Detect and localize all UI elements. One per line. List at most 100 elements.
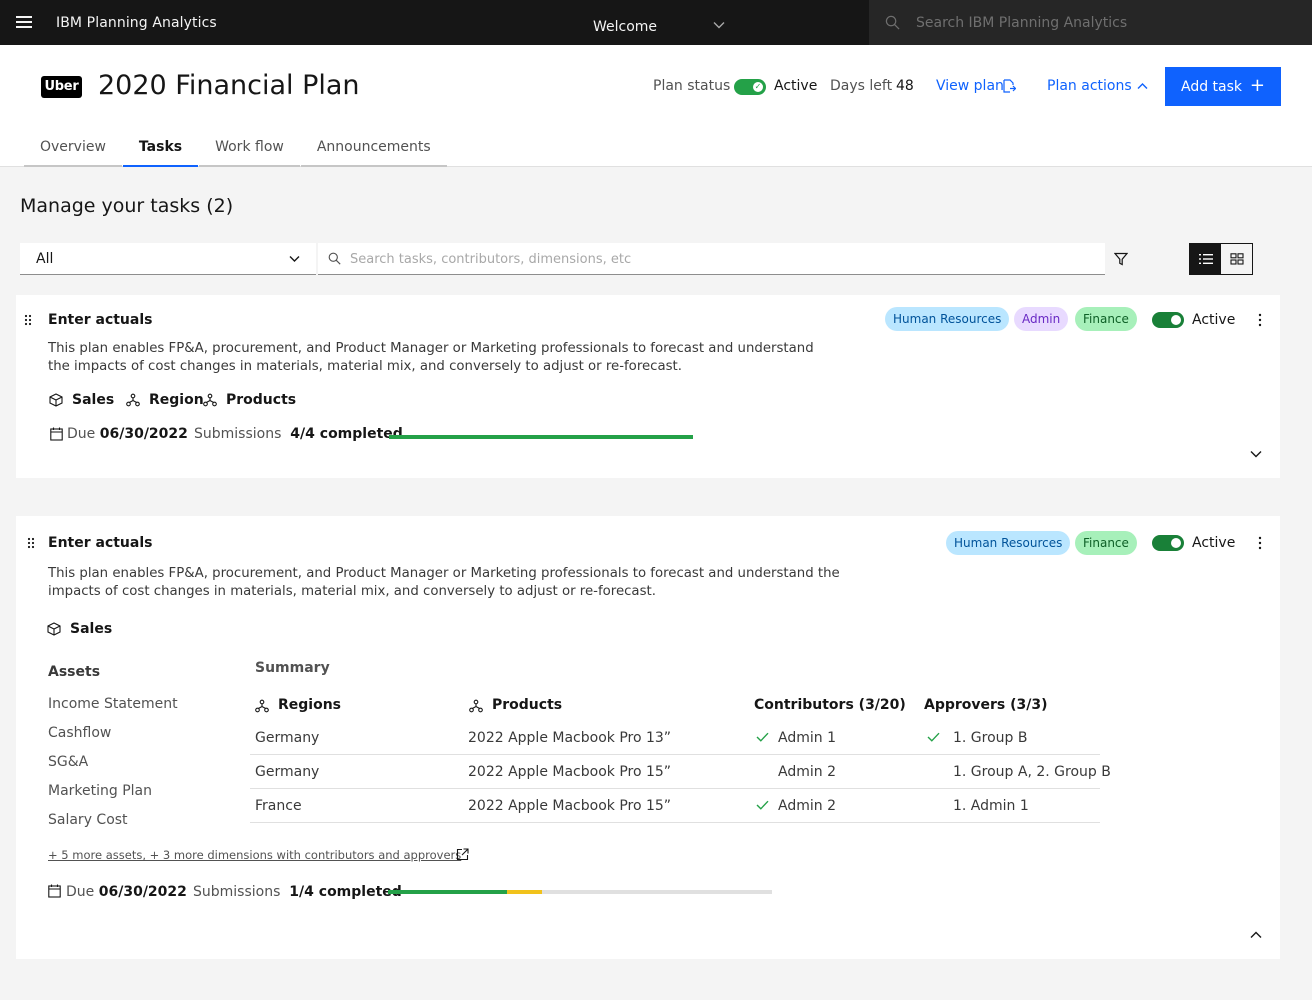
- submissions-label: Submissions: [194, 426, 282, 442]
- add-task-button[interactable]: Add task +: [1165, 67, 1281, 106]
- chevron-up-icon[interactable]: [1250, 931, 1262, 939]
- column-header-products[interactable]: Products: [492, 697, 562, 713]
- welcome-dropdown[interactable]: Welcome: [593, 19, 657, 35]
- cell-approver: 1. Group A, 2. Group B: [953, 764, 1111, 780]
- dimension-region: Region: [149, 392, 204, 408]
- launch-icon[interactable]: [1002, 79, 1016, 93]
- cell-region: France: [255, 798, 302, 814]
- hierarchy-icon: [255, 699, 269, 713]
- task-card: Enter actuals Human Resources Admin Fina…: [16, 295, 1280, 478]
- column-header-regions[interactable]: Regions: [278, 697, 341, 713]
- hierarchy-icon: [203, 393, 217, 407]
- tag-human-resources[interactable]: Human Resources: [885, 307, 1010, 331]
- global-search-input[interactable]: [916, 0, 1296, 45]
- plan-tabs: Overview Tasks Work flow Announcements: [24, 137, 447, 167]
- page-title: 2020 Financial Plan: [98, 70, 360, 101]
- more-assets-link[interactable]: + 5 more assets, + 3 more dimensions wit…: [48, 848, 461, 862]
- column-header-contributors[interactable]: Contributors (3/20): [754, 697, 906, 713]
- cube-icon: [47, 622, 61, 636]
- task-title[interactable]: Enter actuals: [48, 312, 152, 328]
- cell-contributor: Admin 2: [778, 764, 836, 780]
- asset-marketing-plan[interactable]: Marketing Plan: [48, 783, 152, 799]
- task-description-line: impacts of cost changes in materials, ma…: [48, 584, 656, 599]
- cell-contributor: Admin 1: [778, 730, 836, 746]
- grid-icon: [1229, 253, 1244, 265]
- column-header-approvers[interactable]: Approvers (3/3): [924, 697, 1048, 713]
- calendar-icon: [50, 427, 63, 441]
- asset-income-statement[interactable]: Income Statement: [48, 696, 178, 712]
- dimension-sales: Sales: [70, 621, 113, 637]
- cell-contributor: Admin 2: [778, 798, 836, 814]
- asset-salary-cost[interactable]: Salary Cost: [48, 812, 128, 828]
- table-row: Germany 2022 Apple Macbook Pro 15” Admin…: [250, 755, 1111, 789]
- view-plan-link[interactable]: View plan: [936, 78, 1004, 94]
- checkmark-icon: [756, 732, 769, 742]
- task-description: This plan enables FP&A, procurement, and…: [48, 565, 840, 601]
- due-date: Due 06/30/2022: [66, 884, 187, 900]
- days-left-value: 48: [896, 78, 914, 94]
- cell-product: 2022 Apple Macbook Pro 13”: [468, 730, 672, 746]
- days-left-label: Days left: [830, 78, 893, 94]
- plan-status-toggle[interactable]: ✓: [734, 79, 766, 95]
- tag-finance[interactable]: Finance: [1075, 307, 1137, 331]
- list-view-toggle[interactable]: [1190, 244, 1221, 274]
- top-header: IBM Planning Analytics Welcome: [0, 0, 1312, 45]
- submissions-progress-bar: [388, 890, 772, 894]
- add-task-label: Add task: [1181, 78, 1243, 95]
- menu-icon[interactable]: [16, 16, 32, 29]
- drag-handle-icon[interactable]: [24, 314, 32, 326]
- due-value: 06/30/2022: [98, 884, 187, 900]
- global-search: [869, 0, 1312, 45]
- task-description: This plan enables FP&A, procurement, and…: [48, 340, 814, 376]
- task-status-label: Active: [1192, 535, 1236, 551]
- overflow-menu-icon[interactable]: [1258, 313, 1262, 327]
- tag-finance[interactable]: Finance: [1075, 531, 1137, 555]
- task-description-line: the impacts of cost changes in materials…: [48, 359, 682, 374]
- tab-overview[interactable]: Overview: [24, 137, 122, 167]
- table-row: Germany 2022 Apple Macbook Pro 13” Admin…: [250, 721, 1100, 755]
- submissions-progress-bar: [389, 435, 693, 439]
- due-date: Due 06/30/2022: [67, 426, 188, 442]
- submissions: Submissions 1/4 completed: [193, 884, 402, 900]
- hierarchy-icon: [126, 393, 140, 407]
- submissions-value: 1/4 completed: [289, 884, 402, 900]
- cube-icon: [49, 393, 63, 407]
- chevron-up-icon[interactable]: [1137, 82, 1148, 90]
- progress-completed: [389, 435, 693, 439]
- launch-icon[interactable]: [456, 848, 469, 861]
- dimension-sales: Sales: [72, 392, 115, 408]
- tab-work-flow[interactable]: Work flow: [199, 137, 300, 167]
- chevron-down-icon[interactable]: [713, 21, 725, 29]
- drag-handle-icon[interactable]: [27, 537, 35, 549]
- task-status-label: Active: [1192, 312, 1236, 328]
- app-name[interactable]: IBM Planning Analytics: [56, 15, 217, 31]
- check-icon: ✓: [753, 82, 763, 92]
- submissions-value: 4/4 completed: [290, 426, 403, 442]
- task-filter-select[interactable]: All: [20, 243, 316, 275]
- submissions-label: Submissions: [193, 884, 281, 900]
- plan-status-label: Plan status: [653, 78, 731, 94]
- cell-region: Germany: [255, 764, 320, 780]
- tab-announcements[interactable]: Announcements: [300, 137, 447, 167]
- tab-tasks[interactable]: Tasks: [122, 137, 199, 167]
- task-search-input[interactable]: [350, 243, 1090, 275]
- grid-view-toggle[interactable]: [1221, 244, 1252, 274]
- checkmark-icon: [756, 800, 769, 810]
- tag-admin[interactable]: Admin: [1014, 307, 1069, 331]
- overflow-menu-icon[interactable]: [1258, 536, 1262, 550]
- tag-human-resources[interactable]: Human Resources: [946, 531, 1071, 555]
- progress-in-progress: [507, 890, 542, 894]
- chevron-down-icon[interactable]: [1250, 450, 1262, 458]
- calendar-icon: [48, 884, 61, 898]
- task-status-toggle[interactable]: [1152, 312, 1184, 328]
- asset-cashflow[interactable]: Cashflow: [48, 725, 111, 741]
- due-label: Due: [66, 884, 95, 900]
- task-status-toggle[interactable]: [1152, 535, 1184, 551]
- asset-sga[interactable]: SG&A: [48, 754, 88, 770]
- task-title[interactable]: Enter actuals: [48, 535, 152, 551]
- toggle-knob: [1171, 315, 1181, 325]
- dimension-products: Products: [226, 392, 297, 408]
- summary-title: Summary: [255, 660, 330, 676]
- filter-icon[interactable]: [1114, 252, 1128, 266]
- plan-actions-menu[interactable]: Plan actions: [1047, 78, 1132, 94]
